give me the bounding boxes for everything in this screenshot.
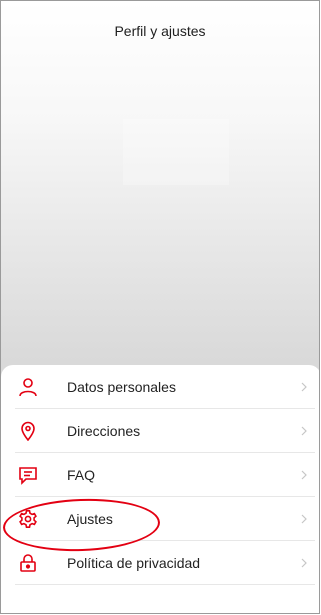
chevron-right-icon <box>301 426 307 435</box>
chevron-right-icon <box>301 470 307 479</box>
chevron-right-icon <box>301 382 307 391</box>
phone-frame: Perfil y ajustes Datos personales Direcc… <box>0 0 320 614</box>
chevron-right-icon <box>301 514 307 523</box>
menu-item-label: FAQ <box>67 466 96 483</box>
chevron-right-icon <box>301 558 307 567</box>
user-icon <box>17 376 39 398</box>
settings-list: Datos personales Direcciones FAQ Ajustes… <box>15 365 315 585</box>
menu-item-label: Datos personales <box>67 378 176 395</box>
profile-placeholder <box>123 119 229 185</box>
menu-item-direcciones[interactable]: Direcciones <box>15 409 315 453</box>
menu-item-faq[interactable]: FAQ <box>15 453 315 497</box>
lock-icon <box>17 552 39 574</box>
menu-item-label: Política de privacidad <box>67 554 201 571</box>
chat-icon <box>17 464 39 486</box>
location-pin-icon <box>17 420 39 442</box>
page-title: Perfil y ajustes <box>114 23 206 39</box>
menu-item-label: Direcciones <box>67 422 141 439</box>
settings-sheet: Datos personales Direcciones FAQ Ajustes… <box>1 365 319 613</box>
menu-item-datos-personales[interactable]: Datos personales <box>15 365 315 409</box>
